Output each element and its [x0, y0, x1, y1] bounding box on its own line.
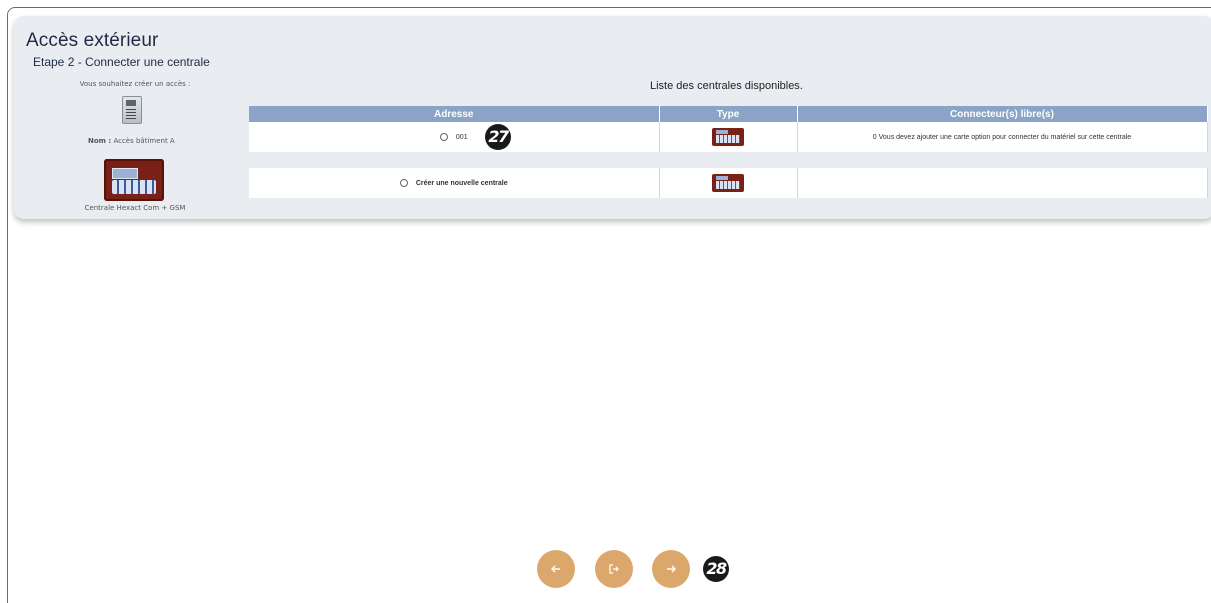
page-title: Accès extérieur [26, 30, 159, 51]
select-radio[interactable] [399, 179, 408, 187]
table-row[interactable]: 001 0 Vous devez ajouter une carte optio… [249, 122, 1208, 152]
type-cell [659, 168, 798, 198]
central-device-image [104, 159, 164, 201]
row-spacer [249, 152, 1207, 168]
access-name: Nom : Accès bâtiment A [88, 137, 208, 145]
central-table: Adresse Type Connecteur(s) libre(s) 001 … [249, 106, 1208, 198]
create-access-prompt: Vous souhaitez créer un accès : [79, 80, 191, 88]
access-name-value: Accès bâtiment A [113, 137, 175, 145]
annotation-badge-27: 27 [485, 124, 511, 150]
step-subtitle: Etape 2 - Connecter une centrale [33, 55, 210, 69]
column-header-address: Adresse [249, 106, 660, 122]
exit-icon [609, 563, 619, 574]
exit-button[interactable] [595, 550, 633, 588]
arrow-right-icon [667, 565, 676, 572]
back-button[interactable] [537, 550, 575, 588]
column-header-connectors: Connecteur(s) libre(s) [797, 106, 1208, 122]
access-name-label: Nom : [88, 137, 112, 145]
column-header-type: Type [659, 106, 798, 122]
create-central-label: Créer une nouvelle centrale [415, 179, 508, 187]
connectors-cell: 0 Vous devez ajouter une carte option po… [797, 122, 1208, 152]
address-cell[interactable]: Créer une nouvelle centrale [249, 168, 660, 198]
select-radio[interactable] [439, 133, 448, 141]
connectors-cell [797, 168, 1208, 198]
arrow-left-icon [551, 565, 560, 572]
next-button[interactable] [652, 550, 690, 588]
table-row[interactable]: Créer une nouvelle centrale [249, 168, 1208, 198]
access-device-image [122, 96, 142, 124]
type-cell [659, 122, 798, 152]
access-summary: Vous souhaitez créer un accès : [60, 80, 210, 88]
address-value: 001 [455, 133, 468, 141]
central-list-title: Liste des centrales disponibles. [650, 80, 803, 92]
address-cell[interactable]: 001 [249, 122, 660, 152]
table-header-row: Adresse Type Connecteur(s) libre(s) [249, 106, 1208, 122]
central-type-icon [712, 128, 744, 146]
central-type-icon [712, 174, 744, 192]
central-caption: Centrale Hexact Com + GSM [84, 204, 186, 212]
annotation-badge-28: 28 [703, 556, 729, 582]
